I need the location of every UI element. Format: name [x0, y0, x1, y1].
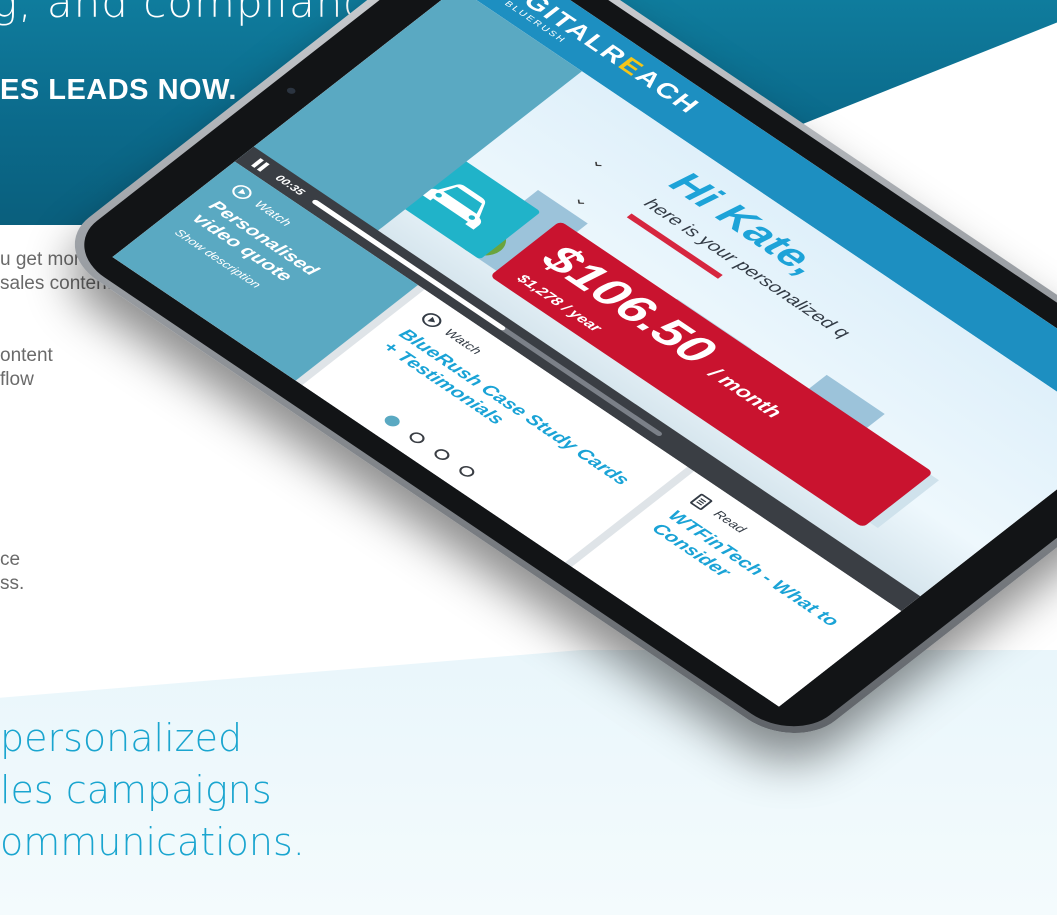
- bird-icon: ⌄: [587, 153, 614, 173]
- body-line: ce: [0, 549, 21, 570]
- body-line: ss.: [0, 573, 25, 594]
- tagline-line: les campaigns: [0, 768, 272, 812]
- pause-icon[interactable]: [251, 158, 272, 173]
- document-icon: [690, 493, 713, 510]
- body-line: ontent: [0, 345, 53, 366]
- body-text-3: ce ss.: [0, 548, 24, 596]
- tagline: personalized les campaigns ommunications…: [0, 712, 305, 868]
- card-kicker-label: Read: [710, 507, 750, 535]
- tagline-line: ommunications.: [0, 820, 305, 864]
- tagline-line: personalized: [0, 716, 243, 760]
- play-circle-icon: [232, 185, 252, 199]
- hero-title: g, and compliance: [0, 0, 395, 27]
- body-line: flow: [0, 369, 34, 390]
- hero-cta: ES LEADS NOW.: [0, 74, 237, 106]
- body-text-2: ontent flow: [0, 344, 53, 392]
- play-circle-icon: [422, 313, 442, 328]
